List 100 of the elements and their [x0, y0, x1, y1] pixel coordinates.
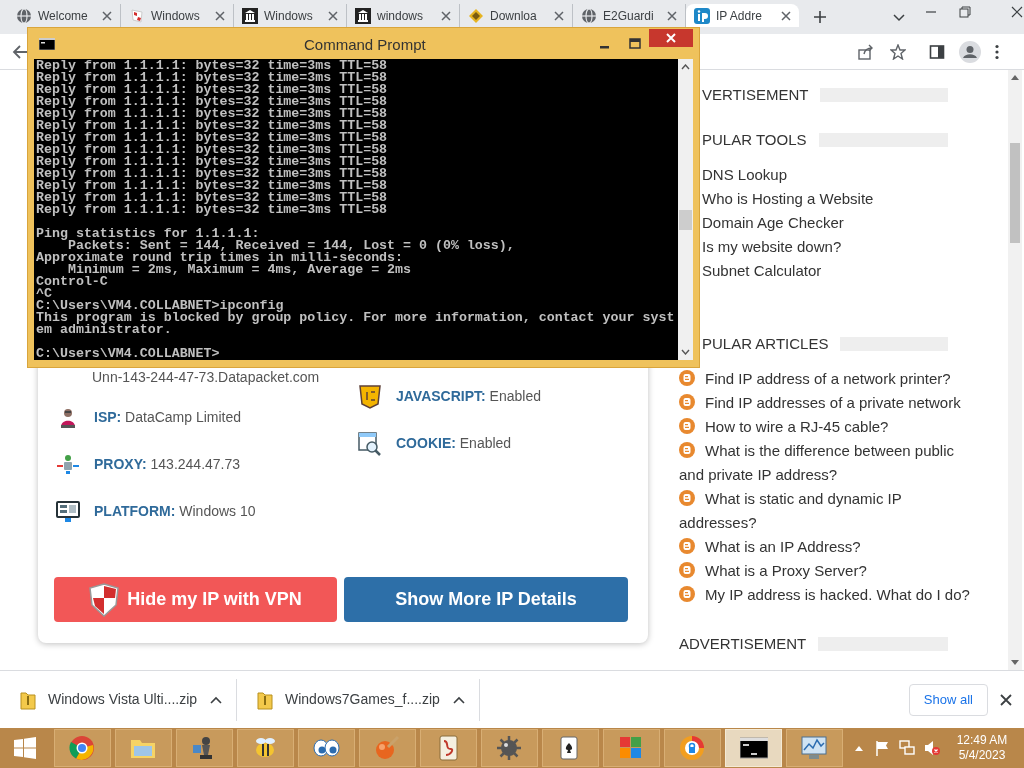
tool-link[interactable]: Who is Hosting a Website — [702, 187, 979, 211]
spiked-ball-icon — [495, 735, 524, 761]
close-icon[interactable] — [102, 10, 112, 21]
menu-icon[interactable] — [995, 43, 999, 60]
section-heading: PULAR ARTICLES — [702, 333, 829, 354]
share-icon[interactable] — [858, 43, 874, 60]
scroll-down-icon[interactable] — [681, 349, 690, 355]
start-icon[interactable] — [14, 737, 36, 759]
article-link[interactable]: What is an IP Address? — [679, 535, 971, 559]
console-line: Reply from 1.1.1.1: bytes=32 time=3ms TTL=58 — [36, 168, 389, 180]
console-line: Reply from 1.1.1.1: bytes=32 time=3ms TTL=58 — [36, 60, 389, 72]
monitor-icon — [56, 499, 80, 524]
hostname-text: Unn-143-244-47-73.Datapacket.com — [92, 369, 321, 385]
console-line: Packets: Sent = 144, Received = 144, Lost = 0 (0% loss), — [67, 240, 516, 252]
info-text: JAVASCRIPT: Enabled — [396, 387, 541, 406]
article-link[interactable]: Find IP address of a network printer? — [679, 367, 971, 391]
flag-icon[interactable] — [875, 740, 889, 756]
article-link[interactable]: How to wire a RJ-45 cable? — [679, 415, 971, 439]
close-icon[interactable] — [215, 10, 225, 21]
flag-icon — [129, 7, 145, 24]
console-line: Reply from 1.1.1.1: bytes=32 time=3ms TTL=58 — [36, 84, 389, 96]
volume-muted-icon[interactable] — [924, 740, 940, 756]
bullet-icon — [679, 370, 695, 386]
console-line: Reply from 1.1.1.1: bytes=32 time=3ms TTL=58 — [36, 108, 389, 120]
article-link[interactable]: My IP address is hacked. What do I do? — [679, 583, 971, 607]
console-line: Control-C — [36, 276, 109, 288]
back-arrow-icon[interactable] — [12, 43, 28, 60]
console-line: Reply from 1.1.1.1: bytes=32 time=3ms TTL=58 — [36, 72, 389, 84]
caret-up-icon[interactable] — [453, 695, 465, 704]
info-text: ISP: DataCamp Limited — [94, 408, 242, 427]
section-heading: VERTISEMENT — [702, 84, 809, 105]
scroll-down-icon[interactable] — [1011, 660, 1019, 666]
chevron-down-icon[interactable] — [893, 14, 905, 22]
side-panel-icon[interactable] — [929, 43, 945, 60]
console-line: Approximate round trip times in milli-seconds: — [36, 252, 404, 264]
scrollbar[interactable] — [1008, 70, 1022, 670]
article-link[interactable]: What is static and dynamic IP addresses? — [679, 487, 971, 535]
building-icon — [355, 7, 371, 24]
bullet-icon — [679, 538, 695, 554]
scroll-thumb[interactable] — [679, 210, 692, 230]
scroll-thumb[interactable] — [1010, 143, 1020, 243]
article-link[interactable]: Find IP addresses of a private network — [679, 391, 971, 415]
console-line: Reply from 1.1.1.1: bytes=32 time=3ms TTL=58 — [36, 180, 389, 192]
tool-link[interactable]: DNS Lookup — [702, 163, 979, 187]
network-icon[interactable] — [899, 740, 915, 756]
profile-icon[interactable] — [959, 40, 981, 63]
close-button[interactable] — [649, 29, 693, 47]
article-link[interactable]: What is a Proxy Server? — [679, 559, 971, 583]
close-icon[interactable] — [328, 10, 338, 21]
console-line: Reply from 1.1.1.1: bytes=32 time=3ms TTL=58 — [36, 204, 389, 216]
close-icon[interactable] — [1000, 693, 1012, 706]
star-icon[interactable] — [890, 43, 906, 60]
paint-brush-icon — [373, 735, 402, 761]
console-icon — [739, 735, 768, 761]
scroll-up-icon[interactable] — [1011, 74, 1019, 80]
console-line: Reply from 1.1.1.1: bytes=32 time=3ms TTL=58 — [36, 120, 389, 132]
info-text: PLATFORM: Windows 10 — [94, 502, 256, 521]
magnifier-icon — [358, 431, 382, 456]
ring-icon — [678, 735, 707, 761]
tray-arrow-icon[interactable] — [855, 745, 863, 751]
restore-icon[interactable] — [959, 6, 971, 18]
bullet-icon — [679, 442, 695, 458]
console-line: Reply from 1.1.1.1: bytes=32 time=3ms TTL=58 — [36, 132, 389, 144]
shield-icon — [358, 384, 382, 409]
close-icon[interactable] — [667, 10, 677, 21]
console-scrollbar[interactable] — [678, 59, 693, 360]
tool-link[interactable]: Subnet Calculator — [702, 259, 979, 283]
close-icon[interactable] — [554, 10, 564, 21]
console-line: em administrator. — [36, 324, 173, 336]
browser-tab[interactable]: IP Addre — [686, 4, 799, 27]
bullet-icon — [679, 562, 695, 578]
taskbar-button[interactable] — [237, 729, 294, 767]
download-item[interactable]: Windows Vista Ulti....zip — [0, 678, 237, 721]
zip-file-icon — [20, 689, 36, 710]
monitor-chart-icon — [800, 735, 829, 761]
taskbar-button[interactable] — [176, 729, 233, 767]
console-line: Reply from 1.1.1.1: bytes=32 time=3ms TTL=58 — [36, 144, 389, 156]
diamond-icon — [468, 7, 484, 24]
bullet-icon — [679, 394, 695, 410]
globe-icon — [581, 7, 597, 24]
close-icon — [666, 33, 676, 43]
network-icon — [56, 452, 80, 477]
article-link[interactable]: What is the difference between public and private IP address? — [679, 439, 971, 487]
details-button[interactable]: Show More IP Details — [344, 577, 628, 622]
info-text: PROXY: 143.244.47.73 — [94, 455, 241, 474]
scroll-up-icon[interactable] — [681, 64, 690, 70]
tool-link[interactable]: Is my website down? — [702, 235, 979, 259]
console-line: C:\Users\VM4.COLLABNET>ipconfig — [36, 300, 285, 312]
close-icon[interactable] — [1011, 6, 1023, 18]
shield-icon — [89, 582, 120, 617]
show-all-button[interactable]: Show all — [908, 683, 988, 716]
logo-icon — [694, 7, 710, 24]
browser-icon — [68, 735, 97, 761]
close-icon[interactable] — [781, 10, 791, 21]
download-item[interactable]: Windows7Games_f....zip — [237, 678, 480, 721]
maximize-icon[interactable] — [629, 37, 641, 50]
caret-up-icon[interactable] — [210, 695, 222, 704]
tool-link[interactable]: Domain Age Checker — [702, 211, 979, 235]
close-icon[interactable] — [441, 10, 451, 21]
new-tab-icon[interactable] — [813, 10, 827, 24]
